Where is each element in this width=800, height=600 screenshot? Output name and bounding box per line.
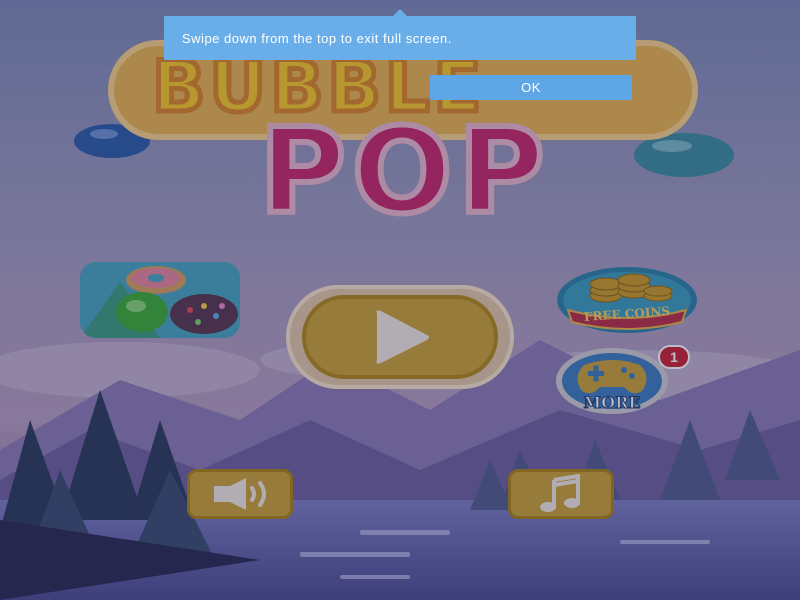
- more-games-button[interactable]: MORE 1: [554, 345, 700, 415]
- ok-button[interactable]: OK: [430, 75, 632, 100]
- more-label: MORE: [583, 393, 641, 413]
- game-logo: BUBBLE POP: [100, 40, 700, 240]
- music-note-icon: [540, 474, 580, 512]
- play-button[interactable]: [286, 285, 514, 389]
- speaker-icon: [214, 478, 266, 510]
- play-icon: [376, 310, 429, 364]
- sound-toggle-button[interactable]: [187, 469, 293, 519]
- music-toggle-button[interactable]: [508, 469, 614, 519]
- free-coins-button[interactable]: FREE COINS: [554, 266, 700, 334]
- fullscreen-notice-message: Swipe down from the top to exit full scr…: [182, 30, 452, 46]
- promo-game-tile[interactable]: [80, 262, 240, 338]
- more-badge: 1: [658, 345, 690, 369]
- play-button-face: [302, 295, 498, 379]
- fullscreen-notice: Swipe down from the top to exit full scr…: [164, 16, 636, 60]
- logo-title-pop: POP: [256, 102, 551, 240]
- candy-game-icon: [80, 262, 240, 338]
